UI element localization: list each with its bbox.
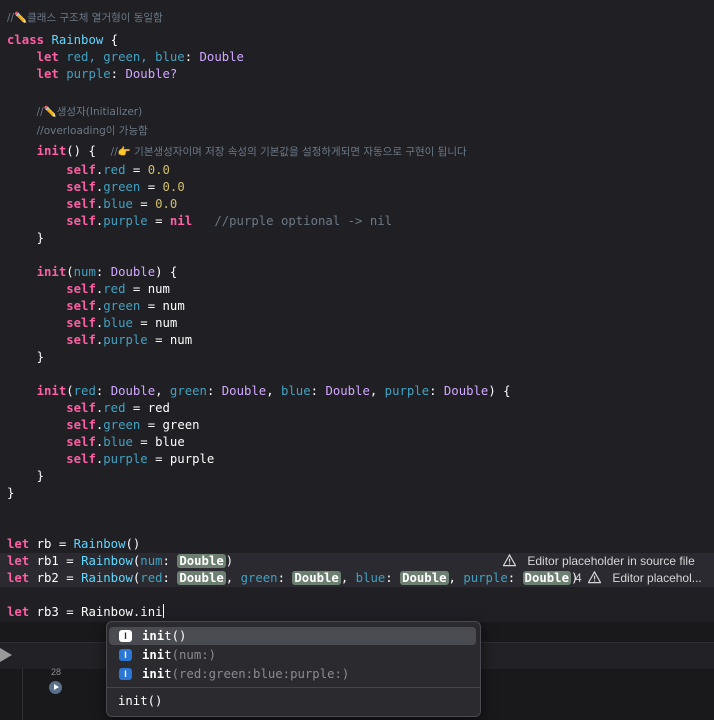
- code-line: self.green = 0.0: [66, 180, 185, 194]
- code-line: self.red = num: [66, 282, 170, 296]
- code-line: let purple: Double?: [36, 67, 178, 81]
- code-line: //overloading이 가능함: [36, 125, 148, 137]
- warning-count: 4: [575, 571, 582, 585]
- code-editor[interactable]: //✏️클래스 구조체 열거형이 동일함 class Rainbow { let…: [0, 0, 714, 622]
- divider: [22, 668, 23, 720]
- text-cursor: [162, 604, 164, 618]
- code-line: self.blue = num: [66, 316, 178, 330]
- code-line: self.red = red: [66, 401, 170, 415]
- suggestion-item[interactable]: I init(num:): [109, 646, 476, 664]
- code-line: self.red = 0.0: [66, 163, 170, 177]
- suggestion-detail: init(): [107, 687, 480, 716]
- suggestion-item[interactable]: I init(): [109, 627, 476, 645]
- code-line: }: [7, 469, 45, 483]
- code-line: init(num: Double) {: [36, 265, 178, 279]
- run-icon[interactable]: [0, 648, 12, 662]
- warning-icon: [503, 554, 516, 567]
- initializer-icon: I: [119, 668, 132, 680]
- code-line: self.purple = num: [66, 333, 193, 347]
- suggestion-item[interactable]: I init(red:green:blue:purple:): [109, 665, 476, 683]
- type-placeholder[interactable]: Double: [292, 571, 341, 585]
- code-line: //✏️생성자(Initializer): [36, 106, 143, 118]
- code-line: self.blue = 0.0: [66, 197, 178, 211]
- code-line: }: [7, 486, 15, 500]
- warning-text: Editor placeholder in source file: [527, 554, 695, 568]
- type-placeholder[interactable]: Double: [177, 554, 226, 568]
- autocomplete-popup[interactable]: I init() I init(num:) I init(red:green:b…: [106, 621, 481, 717]
- code-line: init(red: Double, green: Double, blue: D…: [36, 384, 511, 398]
- code-line[interactable]: let rb3 = Rainbow.ini: [7, 604, 164, 621]
- code-line: class Rainbow {: [7, 33, 119, 47]
- code-line: self.purple = purple: [66, 452, 215, 466]
- type-placeholder[interactable]: Double: [177, 571, 226, 585]
- code-line: let red, green, blue: Double: [36, 50, 244, 64]
- line-number: 28: [50, 667, 61, 677]
- type-placeholder[interactable]: Double: [400, 571, 449, 585]
- warning-annotation[interactable]: Editor placeholder in source file: [503, 553, 695, 570]
- warning-text: Editor placehol...: [612, 571, 702, 585]
- code-line: self.blue = blue: [66, 435, 185, 449]
- code-line: self.purple = nil //purple optional -> n…: [66, 214, 393, 228]
- initializer-icon: I: [119, 630, 132, 642]
- type-placeholder[interactable]: Double: [522, 571, 571, 585]
- code-line: let rb = Rainbow(): [7, 537, 141, 551]
- code-line: }: [7, 231, 45, 245]
- warning-annotation[interactable]: 4 Editor placehol...: [575, 570, 702, 587]
- code-line: self.green = green: [66, 418, 200, 432]
- run-line-icon[interactable]: [49, 681, 62, 694]
- code-line: //✏️클래스 구조체 열거형이 동일함: [7, 12, 163, 24]
- initializer-icon: I: [119, 649, 132, 661]
- warning-icon: [588, 571, 602, 584]
- code-line: self.green = num: [66, 299, 185, 313]
- code-line: init() { //👉 기본생성자이며 저장 속성의 기본값을 설정하게되면 …: [36, 144, 467, 158]
- code-line: }: [7, 350, 45, 364]
